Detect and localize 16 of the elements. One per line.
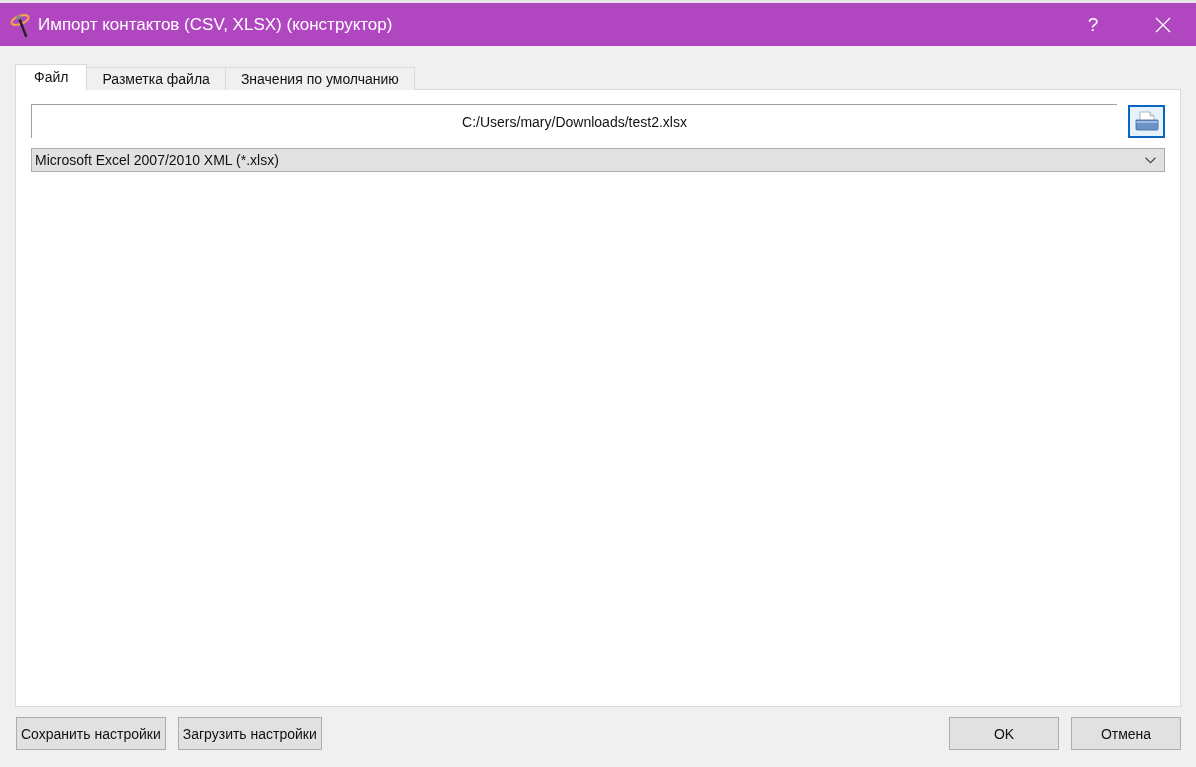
settings-button[interactable]: Загрузить настройки: [177, 717, 322, 750]
folder-icon: [1134, 111, 1159, 131]
settings-button[interactable]: Сохранить настройки: [16, 717, 166, 750]
tab[interactable]: Значения по умолчанию: [224, 67, 415, 90]
wand-icon: [8, 12, 32, 37]
help-button[interactable]: ?: [1070, 3, 1116, 46]
caret-icon: [1145, 156, 1156, 164]
close-icon: [1155, 16, 1171, 33]
dialog-button[interactable]: OK: [949, 717, 1059, 750]
dialog-button[interactable]: Отмена: [1071, 717, 1181, 750]
format-dropdown[interactable]: Microsoft Excel 2007/2010 XML (*.xlsx): [31, 148, 1165, 172]
tab[interactable]: Разметка файла: [86, 67, 226, 90]
tab[interactable]: Файл: [15, 64, 88, 90]
browse-button[interactable]: [1128, 104, 1165, 138]
window-title: Импорт контактов (CSV, XLSX) (конструктор): [38, 14, 393, 35]
file-path-field[interactable]: C:/Users/mary/Downloads/test2.xlsx: [31, 104, 1117, 138]
